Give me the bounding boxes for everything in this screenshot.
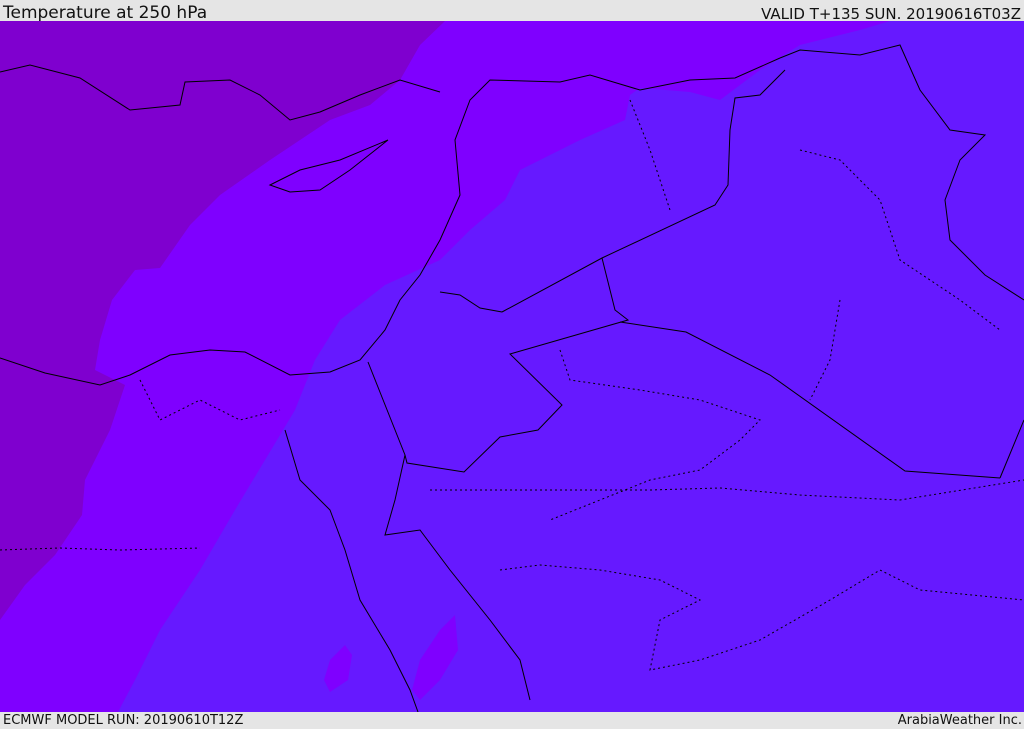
header-bar: Temperature at 250 hPa VALID T+135 SUN. … — [0, 0, 1024, 23]
credit: ArabiaWeather Inc. — [897, 713, 1022, 728]
model-run: ECMWF MODEL RUN: 20190610T12Z — [3, 713, 244, 728]
valid-time: VALID T+135 SUN. 20190616T03Z — [761, 5, 1021, 23]
footer-bar: ECMWF MODEL RUN: 20190610T12Z ArabiaWeat… — [0, 712, 1024, 729]
map-title: Temperature at 250 hPa — [3, 3, 208, 23]
temperature-map — [0, 21, 1024, 712]
